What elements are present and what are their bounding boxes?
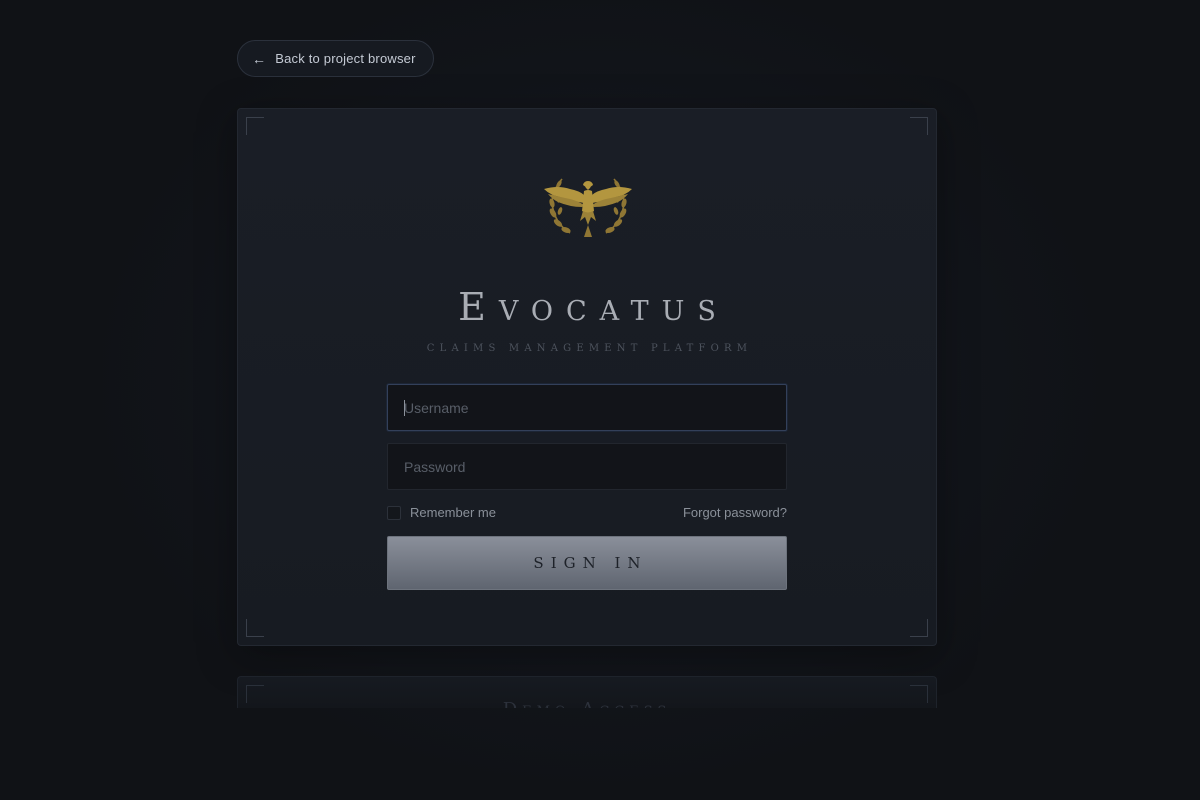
forgot-password-link[interactable]: Forgot password? xyxy=(683,505,787,520)
corner-ornament xyxy=(246,619,264,637)
text-caret xyxy=(404,400,405,416)
arrow-left-icon: ← xyxy=(252,50,267,67)
corner-ornament xyxy=(910,117,928,135)
remember-me-checkbox[interactable]: Remember me xyxy=(387,505,496,520)
remember-me-label: Remember me xyxy=(410,505,496,520)
back-to-project-browser-button[interactable]: ← Back to project browser xyxy=(237,40,434,77)
corner-ornament xyxy=(910,619,928,637)
demo-access-card: Demo Access xyxy=(237,676,937,708)
brand-name: Evocatus xyxy=(458,285,729,329)
brand-tagline: Claims Management Platform xyxy=(426,343,753,354)
username-input[interactable] xyxy=(387,384,787,431)
eagle-laurel-icon xyxy=(544,178,632,237)
back-button-label: Back to project browser xyxy=(275,51,416,66)
password-input[interactable] xyxy=(387,443,787,490)
corner-ornament xyxy=(246,117,264,135)
login-card: Evocatus Claims Management Platform Reme… xyxy=(237,108,937,646)
checkbox-box[interactable] xyxy=(387,505,401,520)
sign-in-button[interactable]: SIGN IN xyxy=(387,536,787,590)
demo-access-title: Demo Access xyxy=(238,699,936,708)
